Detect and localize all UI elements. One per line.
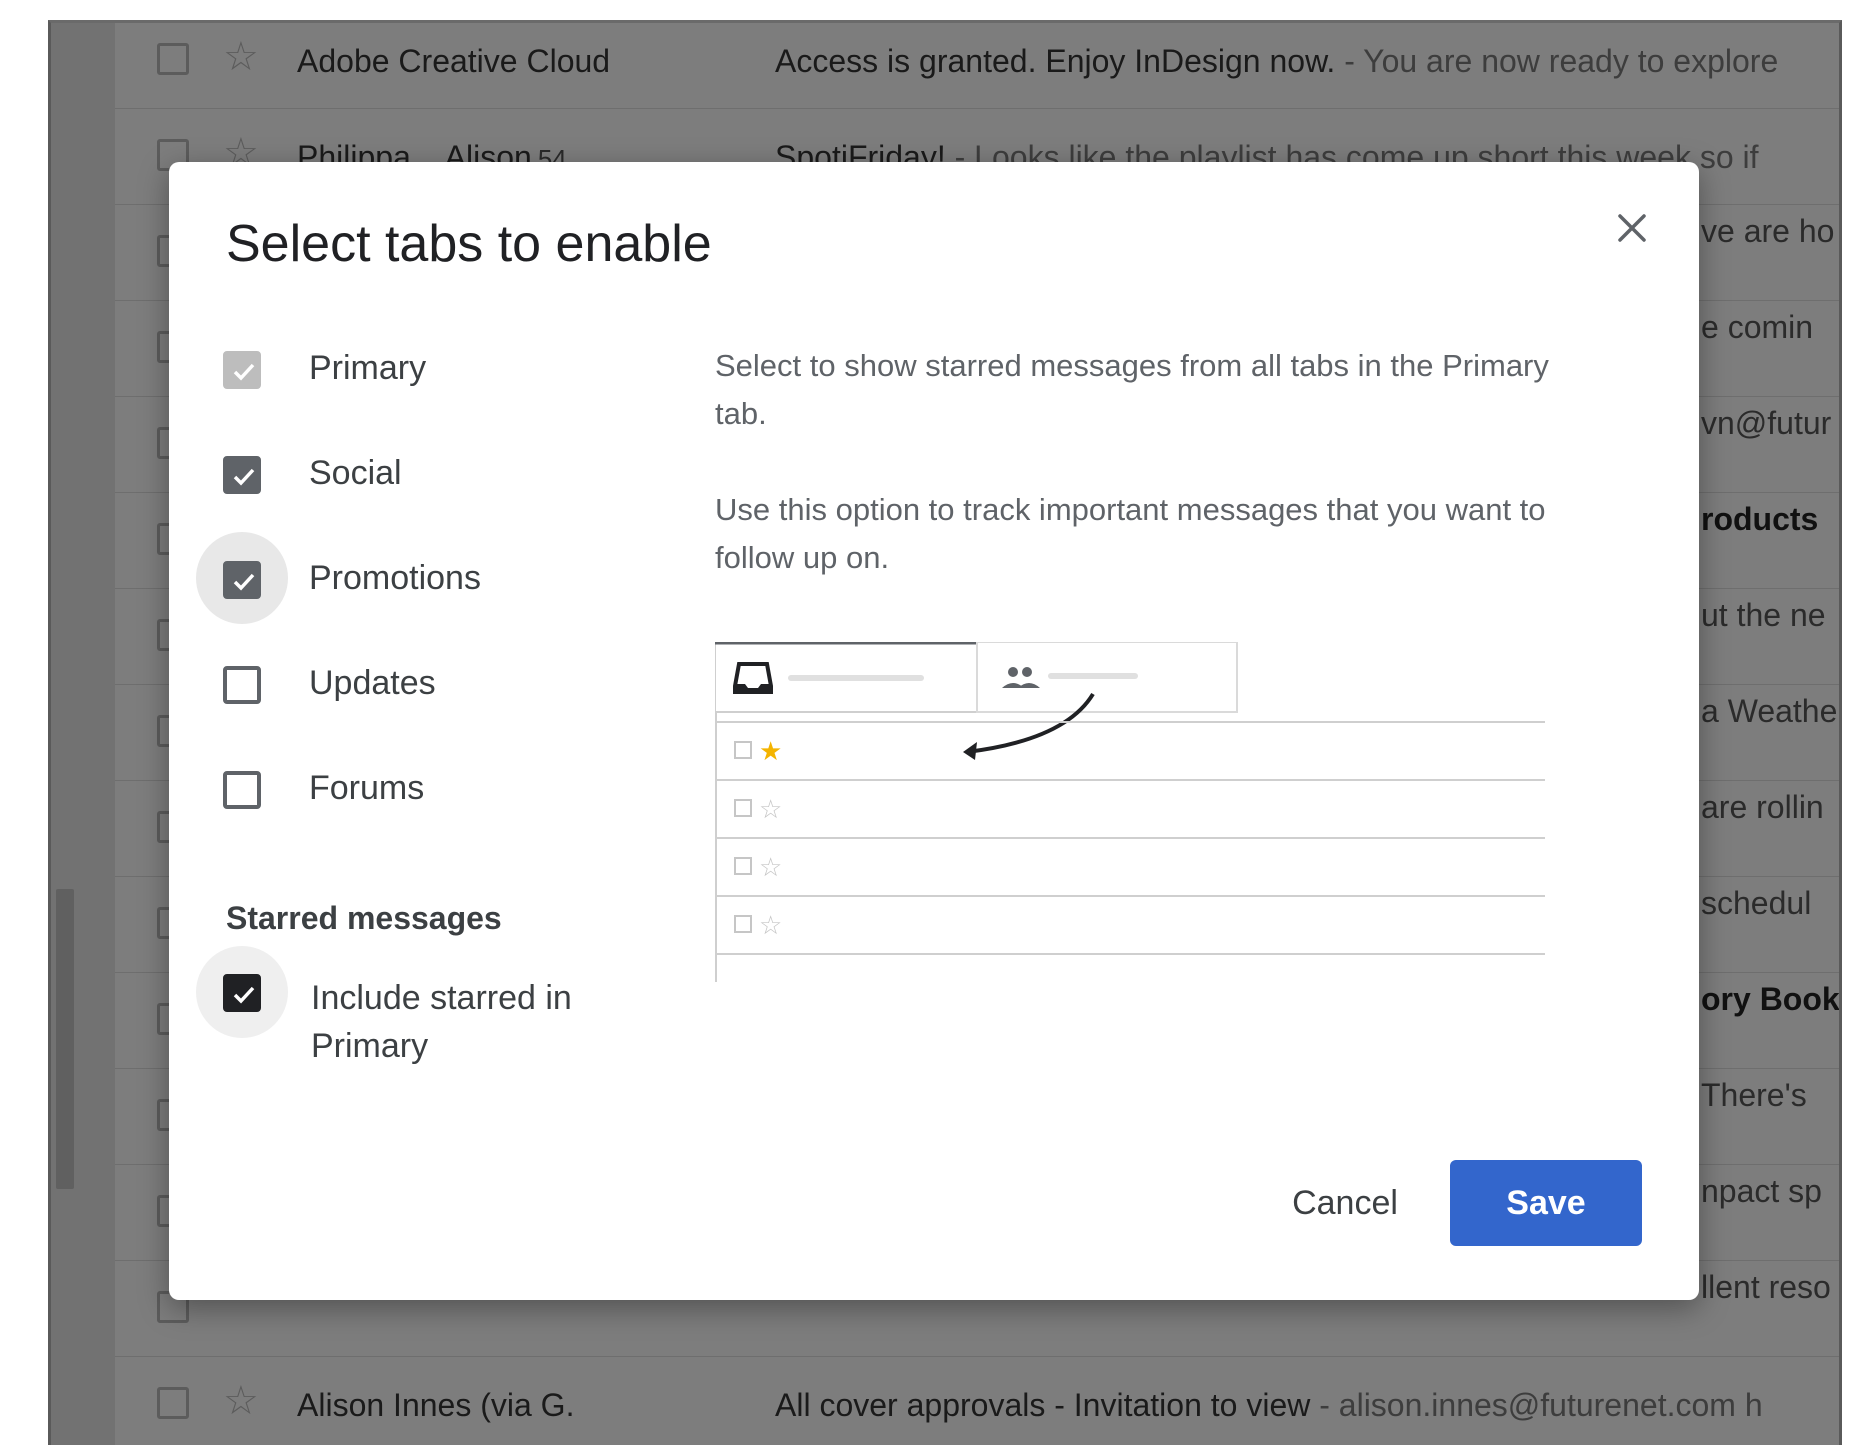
dialog-title: Select tabs to enable [226, 215, 712, 273]
email-subject: All cover approvals - Invitation to view… [775, 1387, 1763, 1423]
email-sender: Alison Innes (via G. [297, 1387, 575, 1423]
tab-option-label: Social [309, 454, 402, 492]
star-outline-icon[interactable]: ☆ [223, 37, 259, 77]
star-outline-icon: ☆ [759, 853, 782, 883]
email-snippet-fragment: ve are ho [1701, 213, 1835, 249]
forums-checkbox[interactable] [223, 771, 261, 809]
star-filled-icon: ★ [759, 737, 782, 767]
tab-option-label: Primary [309, 349, 427, 387]
email-snippet-fragment: ut the ne [1701, 597, 1826, 633]
promotions-checkbox[interactable] [223, 561, 261, 599]
cancel-button[interactable]: Cancel [1265, 1160, 1425, 1246]
tab-option-label: Updates [309, 664, 436, 702]
tab-option-label: Forums [309, 769, 425, 807]
star-outline-icon: ☆ [759, 795, 782, 825]
email-snippet: - alison.innes@futurenet.com h [1310, 1387, 1763, 1423]
close-icon[interactable] [1610, 206, 1654, 250]
email-snippet-fragment: vn@futur [1701, 405, 1832, 441]
starred-hint: Use this option to track important messa… [715, 492, 1546, 575]
star-outline-icon[interactable]: ☆ [223, 1381, 259, 1421]
star-outline-icon: ☆ [759, 911, 782, 941]
email-snippet-fragment: e comin [1701, 309, 1814, 345]
email-row[interactable]: ☆ Alison Innes (via G. All cover approva… [115, 1357, 1839, 1445]
select-tabs-dialog: Select tabs to enable Primary Social Pro… [169, 162, 1699, 1300]
email-snippet-fragment: schedul [1701, 885, 1812, 921]
email-snippet-fragment: a Weathe [1701, 693, 1838, 729]
email-snippet-fragment: llent reso [1701, 1269, 1831, 1305]
email-snippet-fragment: roducts [1701, 501, 1819, 537]
email-snippet-fragment: npact sp [1701, 1173, 1822, 1209]
row-checkbox[interactable] [157, 1387, 189, 1419]
email-snippet-fragment: ory Book [1701, 981, 1840, 1017]
email-sender: Adobe Creative Cloud [297, 43, 611, 79]
starred-description: Select to show starred messages from all… [715, 348, 1549, 431]
email-snippet: - You are now ready to explore [1335, 43, 1779, 79]
social-checkbox[interactable] [223, 456, 261, 494]
email-row[interactable]: ☆ Adobe Creative Cloud Access is granted… [115, 23, 1839, 109]
tab-option-label: Promotions [309, 559, 481, 597]
email-snippet-fragment: There's [1701, 1077, 1807, 1113]
starred-illustration: ★ ☆ ☆ ☆ [714, 641, 1545, 982]
scrollbar-thumb[interactable] [56, 889, 74, 1189]
email-snippet-fragment: are rollin [1701, 789, 1824, 825]
starred-messages-heading: Starred messages [226, 900, 502, 936]
row-checkbox[interactable] [157, 43, 189, 75]
include-starred-checkbox[interactable] [223, 974, 261, 1012]
primary-checkbox [223, 351, 261, 389]
sidebar-strip [51, 23, 115, 1445]
updates-checkbox[interactable] [223, 666, 261, 704]
save-button[interactable]: Save [1450, 1160, 1642, 1246]
include-starred-label: Include starred in Primary [311, 979, 572, 1065]
email-subject: Access is granted. Enjoy InDesign now. -… [775, 43, 1779, 79]
